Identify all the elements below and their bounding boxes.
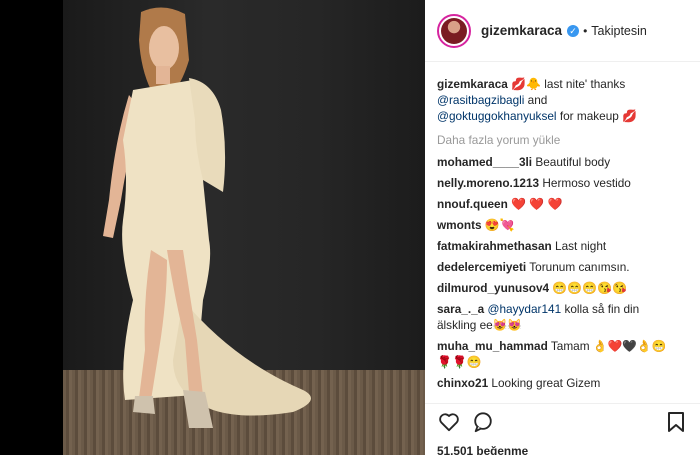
- comment-username[interactable]: fatmakirahmethasan: [437, 239, 552, 253]
- list-item: chinxo21 Looking great Gizem: [437, 375, 688, 391]
- caption-and: and: [527, 93, 548, 107]
- comment-text: Last night: [555, 239, 607, 253]
- comment-username[interactable]: sara_._a: [437, 302, 484, 316]
- list-item: fatmakirahmethasan Last night: [437, 238, 688, 254]
- list-item-continuation: 🌹🌹😁: [437, 354, 688, 370]
- list-item: muha_mu_hammad Tamam 👌❤️🖤👌😁: [437, 338, 688, 354]
- follow-status[interactable]: Takiptesin: [591, 24, 647, 38]
- comment-icon[interactable]: [471, 410, 495, 434]
- caption-username[interactable]: gizemkaraca: [437, 77, 508, 91]
- comment-text: Tamam 👌❤️🖤👌😁: [550, 339, 667, 353]
- caption-text: last nite' thanks: [544, 77, 626, 91]
- comment-text: Beautiful body: [535, 155, 611, 169]
- caption-tail-emoji: 💋: [622, 109, 638, 123]
- comment-username[interactable]: dedelercemiyeti: [437, 260, 526, 274]
- comment-text: 😁😁😁😘😘: [552, 281, 628, 295]
- list-item: wmonts 😍💘: [437, 217, 688, 233]
- comment-username[interactable]: mohamed____3li: [437, 155, 532, 169]
- photo-figure: [103, 7, 311, 428]
- heart-icon[interactable]: [437, 410, 461, 434]
- avatar-image: [441, 17, 467, 44]
- post-photo: [63, 0, 425, 455]
- comment-list: gizemkaraca 💋🐥 last nite' thanks @rasitb…: [425, 62, 700, 391]
- comment-text: Looking great Gizem: [491, 376, 601, 390]
- header-separator: •: [583, 23, 588, 38]
- comment-username[interactable]: dilmurod_yunusov4: [437, 281, 549, 295]
- list-item: dedelercemiyeti Torunum canımsın.: [437, 259, 688, 275]
- comment-text: älskling ee😻😻: [437, 318, 523, 332]
- comment-text: 😍💘: [484, 218, 515, 232]
- bookmark-icon[interactable]: [664, 410, 688, 434]
- action-bar: [437, 410, 688, 434]
- comment-text: ❤️ ❤️ ❤️: [511, 197, 563, 211]
- list-item: sara_._a @hayydar141 kolla så fin din: [437, 301, 688, 317]
- verified-badge-icon: ✓: [567, 24, 580, 37]
- comment-username[interactable]: muha_mu_hammad: [437, 339, 548, 353]
- post-side-panel: gizemkaraca ✓ • Takiptesin gizemkaraca 💋…: [425, 0, 700, 455]
- like-count[interactable]: 51.501 beğenme: [437, 444, 688, 455]
- avatar[interactable]: [437, 13, 471, 48]
- caption-mention-2[interactable]: @goktuggokhanyuksel: [437, 109, 557, 123]
- caption-tail: for makeup: [559, 109, 619, 123]
- list-item: mohamed____3li Beautiful body: [437, 154, 688, 170]
- caption-emoji: 💋🐥: [511, 77, 541, 91]
- caption: gizemkaraca 💋🐥 last nite' thanks @rasitb…: [437, 76, 688, 124]
- load-more-comments-link[interactable]: Daha fazla yorum yükle: [437, 132, 688, 148]
- list-item: nelly.moreno.1213 Hermoso vestido: [437, 175, 688, 191]
- comment-username[interactable]: nelly.moreno.1213: [437, 176, 539, 190]
- header-username[interactable]: gizemkaraca: [481, 23, 562, 38]
- comment-username[interactable]: nnouf.queen: [437, 197, 508, 211]
- post-actions: 51.501 beğenme: [425, 403, 700, 455]
- post-header: gizemkaraca ✓ • Takiptesin: [425, 0, 700, 62]
- comment-mention[interactable]: @hayydar141: [488, 302, 562, 316]
- list-item-continuation: älskling ee😻😻: [437, 317, 688, 333]
- comment-text: kolla så fin din: [564, 302, 640, 316]
- comment-username[interactable]: chinxo21: [437, 376, 488, 390]
- list-item: nnouf.queen ❤️ ❤️ ❤️: [437, 196, 688, 212]
- comment-text: Hermoso vestido: [542, 176, 631, 190]
- comment-text: 🌹🌹😁: [437, 355, 482, 369]
- list-item: dilmurod_yunusov4 😁😁😁😘😘: [437, 280, 688, 296]
- comment-username[interactable]: wmonts: [437, 218, 482, 232]
- caption-mention-1[interactable]: @rasitbagzibagli: [437, 93, 524, 107]
- comment-text: Torunum canımsın.: [529, 260, 630, 274]
